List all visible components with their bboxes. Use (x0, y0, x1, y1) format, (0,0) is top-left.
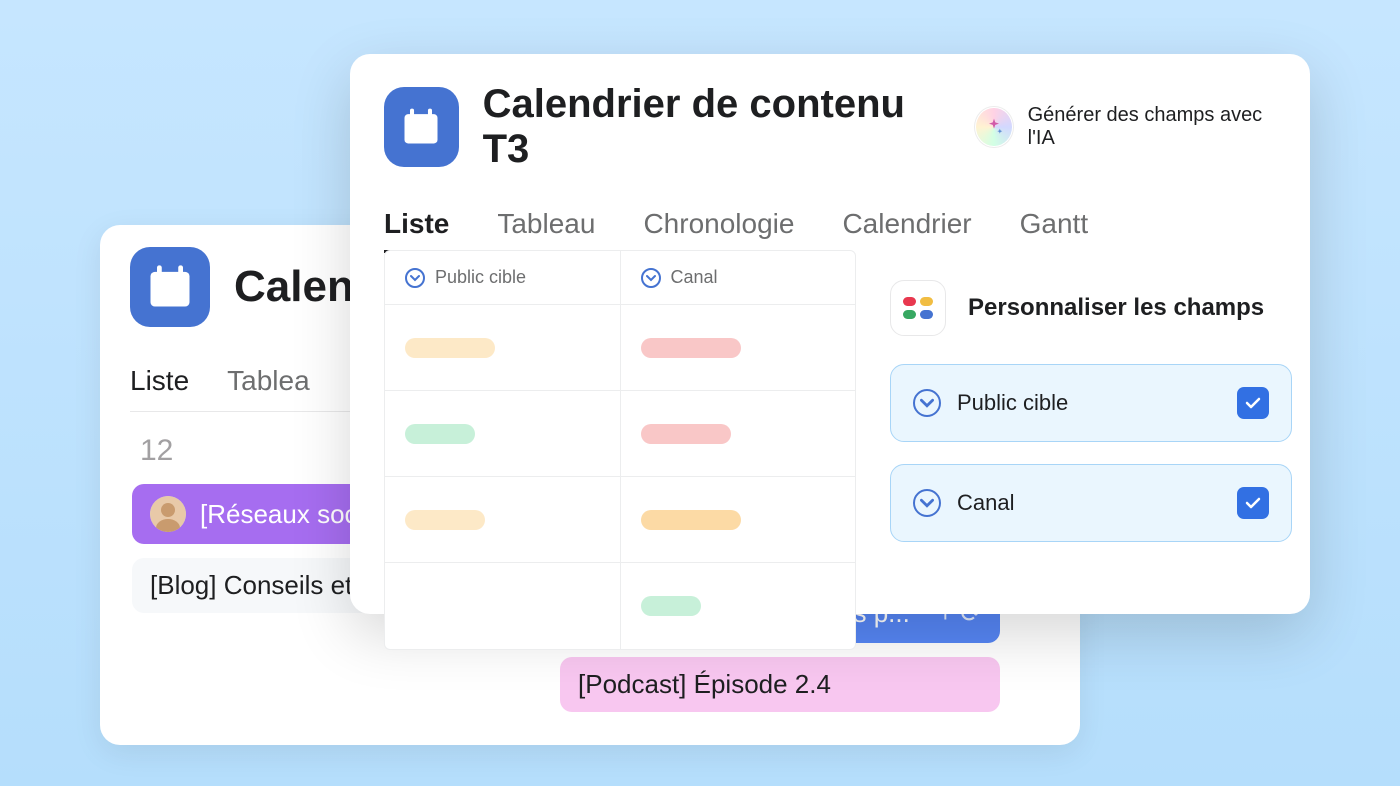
event-label: [Podcast] Épisode 2.4 (578, 669, 831, 700)
event-label: [Réseaux soc (200, 499, 358, 530)
list-cell[interactable] (385, 305, 620, 391)
event-podcast[interactable]: [Podcast] Épisode 2.4 (560, 657, 1000, 712)
customize-title: Personnaliser les champs (968, 294, 1264, 322)
checkbox-checked[interactable] (1237, 487, 1269, 519)
column-header-label: Canal (671, 267, 718, 288)
page-title: Calendrier de contenu T3 (483, 82, 931, 172)
sparkle-icon (974, 106, 1013, 148)
content-calendar-card: Calendrier de contenu T3 Générer des cha… (350, 54, 1310, 614)
chevron-down-circle-icon (641, 268, 661, 288)
list-cell[interactable] (621, 391, 856, 477)
tag-chip (641, 510, 741, 530)
ai-generate-label: Générer des champs avec l'IA (1028, 104, 1276, 150)
list-column-canal (621, 305, 856, 649)
field-option-public-cible[interactable]: Public cible (890, 364, 1292, 442)
tab-gantt[interactable]: Gantt (1020, 208, 1088, 253)
chevron-down-circle-icon (405, 268, 425, 288)
field-option-canal[interactable]: Canal (890, 464, 1292, 542)
list-cell[interactable] (621, 305, 856, 391)
tab-calendrier[interactable]: Calendrier (842, 208, 971, 253)
column-header-label: Public cible (435, 267, 526, 288)
front-header: Calendrier de contenu T3 Générer des cha… (384, 82, 1276, 172)
tag-chip (641, 596, 701, 616)
column-header-public-cible[interactable]: Public cible (385, 251, 621, 304)
column-header-canal[interactable]: Canal (621, 251, 856, 304)
list-column-public-cible (385, 305, 621, 649)
tag-chip (405, 338, 495, 358)
list-column-headers: Public cible Canal (385, 251, 855, 305)
view-tabs: Liste Tableau Chronologie Calendrier Gan… (384, 208, 1276, 253)
list-cell[interactable] (621, 477, 856, 563)
tag-chip (405, 510, 485, 530)
tag-chip (641, 424, 731, 444)
list-cell[interactable] (385, 477, 620, 563)
tag-chip (405, 424, 475, 444)
back-tab-tableau[interactable]: Tablea (227, 365, 310, 397)
list-cell[interactable] (385, 563, 620, 649)
tab-liste[interactable]: Liste (384, 208, 449, 253)
field-option-label: Canal (957, 490, 1221, 516)
tab-chronologie[interactable]: Chronologie (643, 208, 794, 253)
customize-fields-panel: Personnaliser les champs Public cible Ca… (890, 280, 1292, 564)
chevron-down-circle-icon (913, 389, 941, 417)
list-cell[interactable] (385, 391, 620, 477)
customize-header: Personnaliser les champs (890, 280, 1292, 336)
avatar (150, 496, 186, 532)
calendar-icon (130, 247, 210, 327)
list-cell[interactable] (621, 563, 856, 649)
tag-chip (641, 338, 741, 358)
checkbox-checked[interactable] (1237, 387, 1269, 419)
list-rows (385, 305, 855, 649)
fields-icon (890, 280, 946, 336)
field-option-label: Public cible (957, 390, 1221, 416)
back-title: Calen (234, 262, 354, 312)
tab-tableau[interactable]: Tableau (497, 208, 595, 253)
calendar-icon (384, 87, 459, 167)
list-table: Public cible Canal (384, 250, 856, 650)
ai-generate-area[interactable]: Générer des champs avec l'IA (974, 104, 1276, 150)
back-tab-liste[interactable]: Liste (130, 365, 189, 397)
chevron-down-circle-icon (913, 489, 941, 517)
